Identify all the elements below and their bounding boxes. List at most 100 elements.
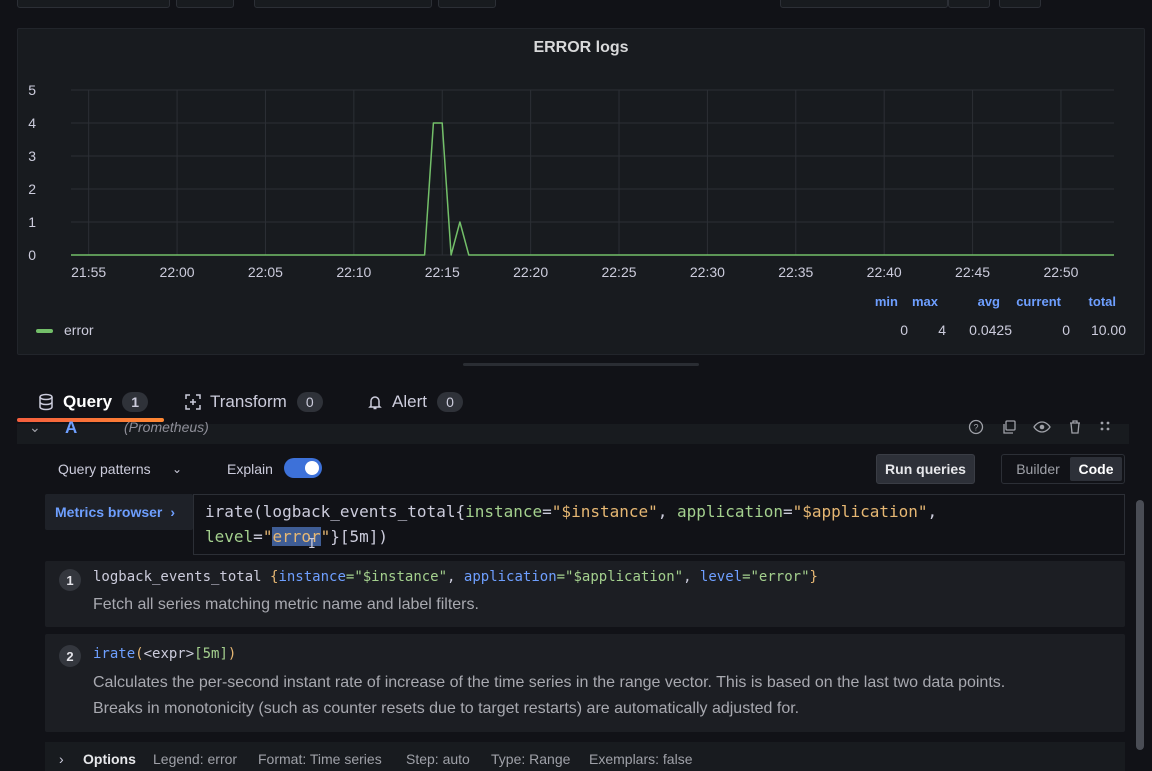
explain-toggle[interactable] — [284, 458, 322, 478]
builder-mode-button[interactable]: Builder — [1006, 457, 1070, 481]
step-expression: logback_events_total {instance="$instanc… — [93, 569, 818, 585]
step-number: 2 — [59, 645, 81, 667]
code-line-2: level="error"}[5m]) — [205, 524, 1124, 549]
scrollbar-thumb[interactable] — [1136, 500, 1144, 750]
tab-alert-label: Alert — [392, 392, 427, 411]
step-description: Calculates the per-second instant rate o… — [93, 674, 1006, 691]
explain-step: 1 logback_events_total {instance="$insta… — [45, 561, 1125, 627]
stat-header-total[interactable]: total — [1078, 294, 1116, 309]
resize-splitter[interactable] — [463, 363, 699, 366]
y-tick-label: 0 — [28, 247, 36, 263]
stat-value-current: 0 — [1062, 322, 1070, 338]
query-name[interactable]: A — [65, 418, 77, 438]
y-tick-label: 3 — [28, 148, 36, 164]
toolbar-control[interactable] — [17, 0, 170, 8]
chevron-right-icon: › — [170, 504, 176, 520]
query-options-bar[interactable]: › Options Legend: error Format: Time ser… — [45, 742, 1125, 771]
code-token: ="error" — [742, 569, 810, 585]
toolbar-control[interactable] — [780, 0, 948, 8]
time-series-chart[interactable]: 0 1 2 3 4 5 21:55 22:00 22:05 22:10 22:15 22:20 22:2… — [18, 29, 1146, 289]
query-datasource: (Prometheus) — [124, 419, 209, 435]
tab-query[interactable]: Query 1 — [37, 382, 149, 422]
metrics-browser-button[interactable]: Metrics browser › — [45, 494, 193, 530]
x-tick-label: 22:35 — [778, 264, 813, 280]
transform-icon — [184, 393, 202, 411]
legend-swatch — [36, 329, 53, 333]
editor-mode-switch: Builder Code — [1001, 454, 1125, 484]
y-tick-label: 2 — [28, 181, 36, 197]
duplicate-icon[interactable] — [1000, 418, 1018, 436]
stat-header-min[interactable]: min — [868, 294, 898, 309]
chevron-right-icon[interactable]: › — [59, 751, 64, 767]
stat-header-avg[interactable]: avg — [968, 294, 1000, 309]
eye-icon[interactable] — [1033, 418, 1051, 436]
drag-handle-icon[interactable] — [1096, 418, 1114, 436]
code-token: ) — [227, 646, 237, 662]
help-icon[interactable]: ? — [967, 418, 985, 436]
trash-icon[interactable] — [1066, 418, 1084, 436]
x-tick-label: 22:15 — [425, 264, 460, 280]
x-tick-label: 22:25 — [601, 264, 636, 280]
code-token: <expr> — [143, 646, 195, 662]
code-mode-button[interactable]: Code — [1070, 457, 1122, 481]
x-tick-label: 22:10 — [336, 264, 371, 280]
code-token: = — [783, 502, 793, 521]
code-token: , — [927, 502, 938, 521]
x-tick-label: 21:55 — [71, 264, 106, 280]
tab-query-count: 1 — [122, 392, 149, 412]
toolbar-control[interactable] — [948, 0, 990, 8]
stat-header-max[interactable]: max — [904, 294, 938, 309]
tab-query-label: Query — [63, 392, 113, 411]
option-step: Step: auto — [406, 751, 470, 767]
tab-transform[interactable]: Transform 0 — [184, 382, 323, 422]
toolbar-control[interactable] — [176, 0, 234, 8]
code-token: " — [320, 527, 331, 546]
query-patterns-dropdown[interactable]: Query patterns — [58, 461, 151, 477]
toolbar-control[interactable] — [999, 0, 1041, 8]
promql-code-editor[interactable]: irate(logback_events_total{instance="$in… — [193, 494, 1125, 555]
explain-label: Explain — [227, 461, 273, 477]
code-token: }[5m]) — [330, 527, 389, 546]
x-tick-label: 22:05 — [248, 264, 283, 280]
tab-transform-count: 0 — [296, 392, 323, 412]
x-tick-label: 22:50 — [1043, 264, 1078, 280]
x-tick-label: 22:40 — [867, 264, 902, 280]
code-token: " — [262, 527, 273, 546]
tab-alert[interactable]: Alert 0 — [366, 382, 463, 422]
option-type: Type: Range — [491, 751, 571, 767]
chevron-down-icon[interactable]: ⌄ — [29, 419, 41, 436]
toolbar-control[interactable] — [254, 0, 432, 8]
stat-value-avg: 0.0425 — [969, 322, 1012, 338]
stat-value-total: 10.00 — [1090, 322, 1126, 338]
x-tick-label: 22:00 — [160, 264, 195, 280]
options-title[interactable]: Options — [83, 751, 136, 767]
chevron-down-icon[interactable]: ⌄ — [172, 462, 182, 476]
top-toolbar — [0, 0, 1152, 10]
code-token: "$application" — [792, 502, 928, 521]
code-token: , — [657, 502, 678, 521]
x-tick-label: 22:30 — [690, 264, 725, 280]
metrics-browser-label: Metrics browser — [55, 504, 163, 520]
x-tick-label: 22:20 — [513, 264, 548, 280]
toolbar-control[interactable] — [438, 0, 496, 8]
option-exemplars: Exemplars: false — [589, 751, 693, 767]
code-token: application — [677, 502, 783, 521]
code-token: irate — [93, 646, 136, 662]
explain-step: 2 irate(<expr>[5m]) Calculates the per-s… — [45, 634, 1125, 732]
code-token: ="$instance" — [345, 569, 448, 585]
code-token: , — [447, 569, 464, 585]
code-token: ="$application" — [556, 569, 684, 585]
code-token: level — [699, 569, 743, 585]
step-description: Fetch all series matching metric name an… — [93, 596, 479, 613]
code-token: = — [542, 502, 552, 521]
run-queries-button[interactable]: Run queries — [876, 454, 975, 484]
code-token: [5m] — [194, 646, 228, 662]
code-token: = — [253, 527, 263, 546]
x-tick-label: 22:45 — [955, 264, 990, 280]
y-tick-label: 5 — [28, 82, 36, 98]
stat-header-current[interactable]: current — [1008, 294, 1061, 309]
step-expression: irate(<expr>[5m]) — [93, 646, 236, 662]
legend-series-name[interactable]: error — [64, 322, 94, 338]
code-token: logback_events_total — [93, 569, 271, 585]
step-description: Breaks in monotonicity (such as counter … — [93, 700, 800, 717]
